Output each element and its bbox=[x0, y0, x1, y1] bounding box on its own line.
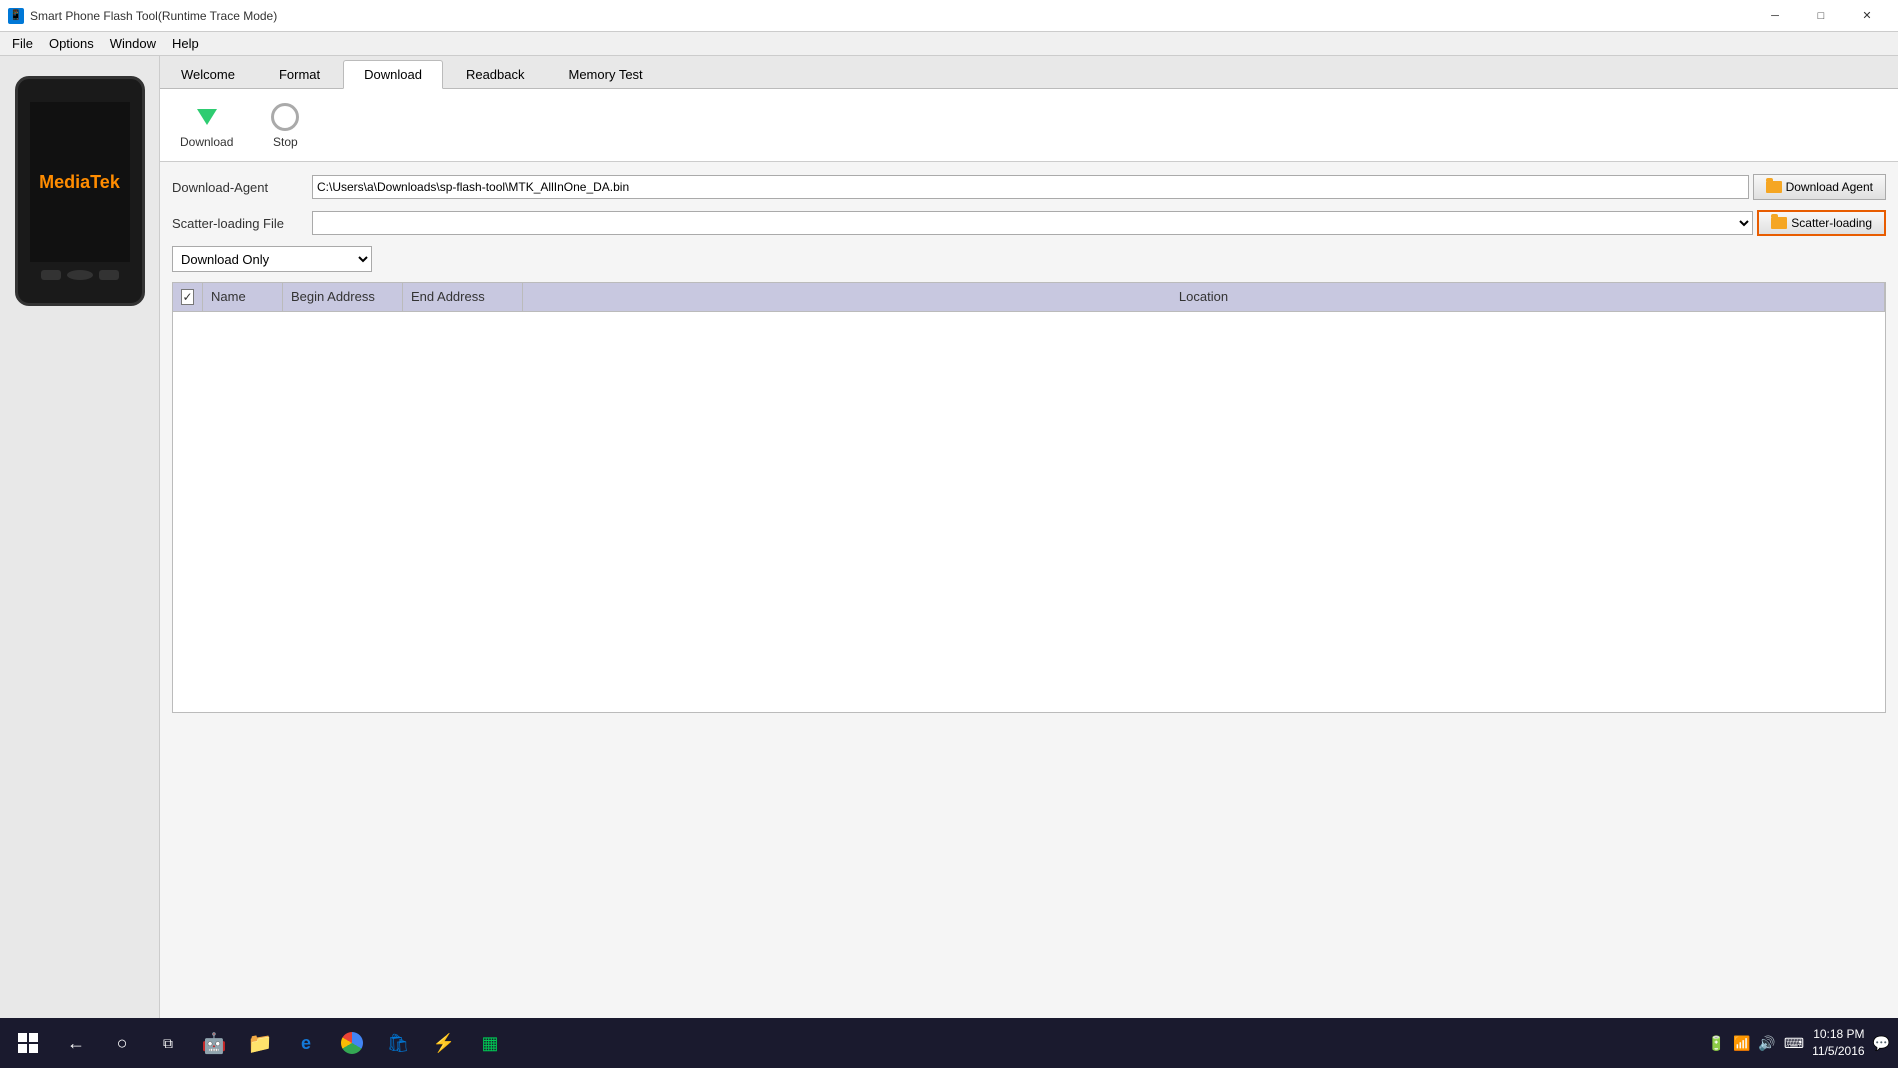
task-view-icon: ⧉ bbox=[163, 1035, 173, 1052]
taskbar-date-text: 11/5/2016 bbox=[1812, 1043, 1865, 1060]
th-location: Location bbox=[523, 283, 1885, 311]
volume-icon: 🔊 bbox=[1758, 1035, 1775, 1052]
sidebar: MediaTek bbox=[0, 56, 160, 1068]
title-bar: 📱 Smart Phone Flash Tool(Runtime Trace M… bbox=[0, 0, 1898, 32]
tab-format[interactable]: Format bbox=[258, 60, 341, 88]
phone-btn-right bbox=[99, 270, 119, 280]
panel: Download-Agent Download Agent Scatter-lo… bbox=[160, 162, 1898, 1028]
scatter-label: Scatter-loading File bbox=[172, 216, 312, 231]
download-button[interactable]: Download bbox=[172, 97, 241, 153]
taskbar-edge-button[interactable]: e bbox=[286, 1023, 326, 1063]
battery-icon: 🔋 bbox=[1708, 1035, 1725, 1052]
flash-tool-icon: ⚡ bbox=[433, 1033, 455, 1054]
window-title: Smart Phone Flash Tool(Runtime Trace Mod… bbox=[30, 9, 1752, 23]
taskbar-chrome-button[interactable] bbox=[332, 1023, 372, 1063]
stop-label: Stop bbox=[273, 135, 298, 149]
scatter-row: Scatter-loading File Scatter-loading bbox=[172, 210, 1886, 236]
green-app-icon: ▦ bbox=[481, 1033, 498, 1054]
taskbar-store-button[interactable]: 🛍 bbox=[378, 1023, 418, 1063]
download-agent-button[interactable]: Download Agent bbox=[1753, 174, 1886, 200]
folder-taskbar-icon: 📁 bbox=[248, 1031, 273, 1056]
taskbar-time-text: 10:18 PM bbox=[1812, 1026, 1865, 1043]
taskbar-search-button[interactable]: ○ bbox=[102, 1023, 142, 1063]
menu-help[interactable]: Help bbox=[164, 34, 207, 53]
download-icon bbox=[191, 101, 223, 133]
mode-row: Download Only bbox=[172, 246, 1886, 272]
select-all-checkbox[interactable]: ✓ bbox=[181, 289, 194, 305]
window-controls: ─ □ ✕ bbox=[1752, 0, 1890, 32]
tab-bar: Welcome Format Download Readback Memory … bbox=[160, 56, 1898, 89]
taskbar-folder-button[interactable]: 📁 bbox=[240, 1023, 280, 1063]
agent-label: Download-Agent bbox=[172, 180, 312, 195]
store-icon: 🛍 bbox=[387, 1033, 410, 1054]
taskbar-green-button[interactable]: ▦ bbox=[470, 1023, 510, 1063]
menu-options[interactable]: Options bbox=[41, 34, 102, 53]
folder-icon bbox=[1766, 181, 1782, 193]
arrow-down-icon bbox=[197, 109, 217, 125]
phone-screen: MediaTek bbox=[30, 102, 130, 262]
phone-buttons bbox=[41, 270, 119, 280]
taskbar-clock[interactable]: 10:18 PM 11/5/2016 bbox=[1812, 1026, 1865, 1060]
menu-window[interactable]: Window bbox=[102, 34, 164, 53]
scatter-btn-label: Scatter-loading bbox=[1791, 216, 1872, 230]
tab-download[interactable]: Download bbox=[343, 60, 443, 89]
menu-bar: File Options Window Help bbox=[0, 32, 1898, 56]
toolbar: Download Stop bbox=[160, 89, 1898, 162]
tab-readback[interactable]: Readback bbox=[445, 60, 546, 88]
taskbar-tray: 🔋 📶 🔊 ⌨ 10:18 PM 11/5/2016 💬 bbox=[1708, 1026, 1890, 1060]
minimize-button[interactable]: ─ bbox=[1752, 0, 1798, 32]
th-begin-address: Begin Address bbox=[283, 283, 403, 311]
agent-input[interactable] bbox=[312, 175, 1749, 199]
chrome-icon bbox=[341, 1032, 363, 1054]
taskbar: ← ○ ⧉ 🤖 📁 e 🛍 ⚡ bbox=[0, 1018, 1898, 1068]
download-label: Download bbox=[180, 135, 233, 149]
th-checkbox: ✓ bbox=[173, 283, 203, 311]
table-container: ✓ Name Begin Address End Address Locatio… bbox=[172, 282, 1886, 713]
th-end-address: End Address bbox=[403, 283, 523, 311]
phone-btn-left bbox=[41, 270, 61, 280]
main-section: MediaTek Welcome Format Download Readbac… bbox=[0, 56, 1898, 1068]
mode-select[interactable]: Download Only bbox=[172, 246, 372, 272]
stop-button[interactable]: Stop bbox=[261, 97, 309, 153]
android-icon: 🤖 bbox=[202, 1031, 227, 1056]
edge-icon: e bbox=[301, 1033, 311, 1054]
table-body bbox=[173, 312, 1885, 712]
maximize-button[interactable]: □ bbox=[1798, 0, 1844, 32]
menu-file[interactable]: File bbox=[4, 34, 41, 53]
stop-icon bbox=[269, 101, 301, 133]
phone-btn-center bbox=[67, 270, 93, 280]
windows-logo-icon bbox=[18, 1033, 38, 1053]
tab-memory-test[interactable]: Memory Test bbox=[548, 60, 664, 88]
app-icon: 📱 bbox=[8, 8, 24, 24]
download-agent-label: Download Agent bbox=[1786, 180, 1873, 194]
scatter-select[interactable] bbox=[312, 211, 1753, 235]
checkmark-icon: ✓ bbox=[182, 290, 192, 304]
phone-graphic: MediaTek bbox=[15, 76, 145, 306]
taskbar-task-view-button[interactable]: ⧉ bbox=[148, 1023, 188, 1063]
wifi-icon: 📶 bbox=[1733, 1035, 1750, 1052]
taskbar-back-button[interactable]: ← bbox=[56, 1023, 96, 1063]
th-name: Name bbox=[203, 283, 283, 311]
back-icon: ← bbox=[67, 1033, 85, 1054]
table-header: ✓ Name Begin Address End Address Locatio… bbox=[173, 283, 1885, 312]
taskbar-android-button[interactable]: 🤖 bbox=[194, 1023, 234, 1063]
mediatek-logo: MediaTek bbox=[39, 172, 120, 193]
tab-welcome[interactable]: Welcome bbox=[160, 60, 256, 88]
notification-icon[interactable]: 💬 bbox=[1873, 1035, 1890, 1052]
keyboard-icon: ⌨ bbox=[1784, 1035, 1804, 1052]
content-area: Welcome Format Download Readback Memory … bbox=[160, 56, 1898, 1068]
taskbar-flash-button[interactable]: ⚡ bbox=[424, 1023, 464, 1063]
start-button[interactable] bbox=[8, 1023, 48, 1063]
search-circle-icon: ○ bbox=[117, 1033, 128, 1054]
scatter-folder-icon bbox=[1771, 217, 1787, 229]
taskbar-icons: ← ○ ⧉ 🤖 📁 e 🛍 ⚡ bbox=[56, 1023, 510, 1063]
scatter-loading-button[interactable]: Scatter-loading bbox=[1757, 210, 1886, 236]
stop-circle-icon bbox=[271, 103, 299, 131]
close-button[interactable]: ✕ bbox=[1844, 0, 1890, 32]
agent-row: Download-Agent Download Agent bbox=[172, 174, 1886, 200]
